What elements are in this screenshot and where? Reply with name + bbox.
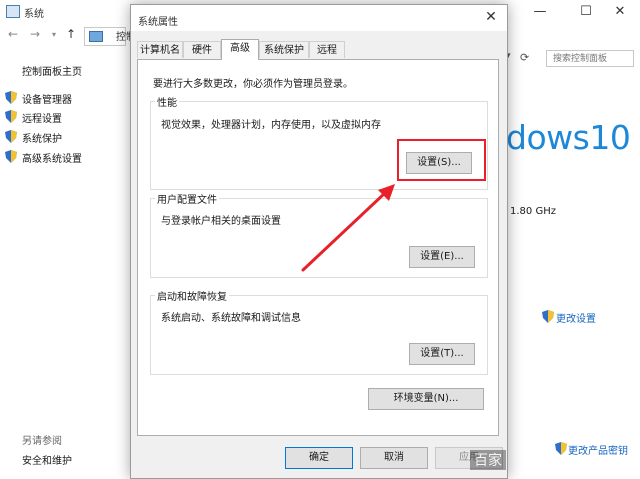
annotation-arrow xyxy=(301,184,395,272)
watermark: 百家 xyxy=(470,450,506,470)
tab-advanced[interactable]: 高级 xyxy=(221,39,259,60)
